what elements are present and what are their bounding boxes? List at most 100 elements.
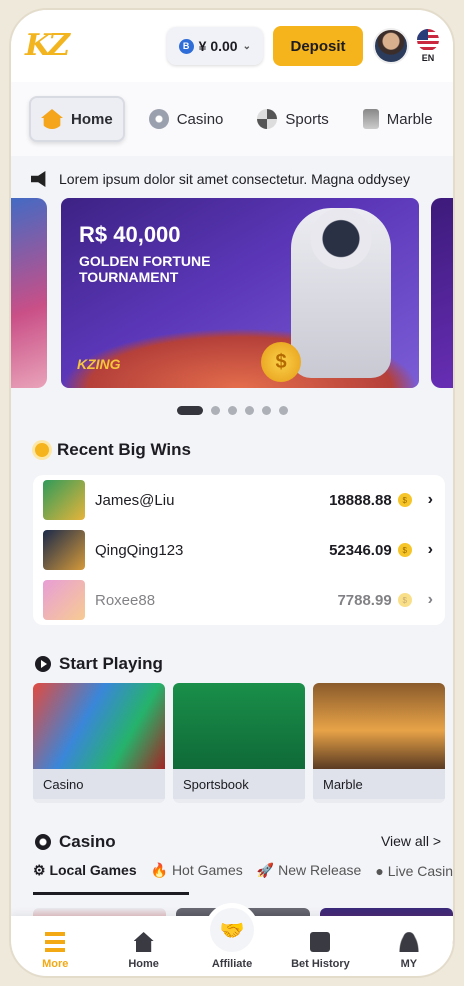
carousel-dot[interactable] bbox=[210, 406, 220, 415]
tab-label: Sports bbox=[285, 110, 329, 128]
tab-label: Hot Games bbox=[171, 862, 243, 878]
bottom-nav: More Home 🤝 Affiliate Bet History MY bbox=[11, 908, 453, 976]
receipt-icon bbox=[310, 932, 331, 952]
game-thumbnail bbox=[43, 480, 85, 520]
tab-marble[interactable]: Marble bbox=[353, 96, 443, 142]
app-frame: KZ B ¥ 0.00 ⌄ Deposit EN Home Casino Spo… bbox=[9, 8, 455, 978]
gold-coin-icon: $ bbox=[397, 493, 412, 507]
menu-icon bbox=[45, 932, 66, 952]
soccer-ball-icon bbox=[257, 109, 278, 129]
tab-sports[interactable]: Sports bbox=[247, 96, 338, 142]
next-banner[interactable] bbox=[431, 198, 453, 388]
carousel-dot[interactable] bbox=[227, 406, 237, 415]
nav-label: MY bbox=[400, 958, 418, 970]
tab-new-release[interactable]: 🚀 New Release bbox=[257, 862, 362, 879]
card-label: Marble bbox=[313, 769, 445, 799]
recent-wins-heading: Recent Big Wins bbox=[35, 440, 191, 460]
casino-game-tabs: ⚙ Local Games 🔥 Hot Games 🚀 New Release … bbox=[33, 862, 453, 879]
banner-brand: KZING bbox=[77, 356, 121, 372]
casino-heading: Casino bbox=[35, 832, 116, 852]
balance-selector[interactable]: B ¥ 0.00 ⌄ bbox=[166, 27, 263, 65]
language-code: EN bbox=[421, 53, 435, 63]
tab-local-games[interactable]: ⚙ Local Games bbox=[33, 862, 137, 879]
balance-amount: ¥ 0.00 bbox=[198, 38, 238, 54]
chevron-down-icon: ⌄ bbox=[242, 40, 251, 52]
card-sportsbook[interactable]: Sportsbook bbox=[173, 683, 305, 803]
win-amount: 52346.09 bbox=[329, 541, 392, 559]
currency-coin-icon: B bbox=[178, 38, 194, 54]
user-icon bbox=[398, 932, 419, 952]
nav-bet-history[interactable]: Bet History bbox=[276, 932, 364, 970]
winner-name: Roxee88 bbox=[95, 591, 156, 609]
tab-live-casino[interactable]: ● Live Casino bbox=[375, 862, 455, 879]
nav-home[interactable]: Home bbox=[99, 932, 187, 970]
card-marble[interactable]: Marble bbox=[313, 683, 445, 803]
tab-label: Local Games bbox=[49, 862, 137, 878]
win-row[interactable]: James@Liu 18888.88 $ › bbox=[33, 475, 445, 525]
carousel-dot[interactable] bbox=[261, 406, 271, 415]
banner-title: GOLDEN FORTUNE TOURNAMENT bbox=[79, 253, 211, 285]
section-title: Casino bbox=[59, 832, 116, 851]
category-tabs: Home Casino Sports Marble bbox=[11, 82, 453, 156]
casino-chip-icon bbox=[35, 834, 51, 850]
marble-card-image bbox=[313, 683, 445, 769]
nav-affiliate[interactable]: 🤝 Affiliate bbox=[188, 908, 276, 970]
tab-label: Home bbox=[71, 110, 113, 128]
top-bar: KZ B ¥ 0.00 ⌄ Deposit EN bbox=[11, 10, 453, 82]
casino-card-image bbox=[33, 683, 165, 769]
marble-icon bbox=[362, 109, 379, 129]
prev-banner[interactable] bbox=[11, 198, 47, 388]
brand-logo[interactable]: KZ bbox=[25, 28, 71, 64]
announcement-ticker[interactable]: Lorem ipsum dolor sit amet consectetur. … bbox=[11, 162, 453, 196]
home-icon bbox=[133, 932, 154, 952]
deposit-button[interactable]: Deposit bbox=[273, 26, 363, 66]
chevron-right-icon[interactable]: › bbox=[428, 591, 433, 609]
promo-carousel[interactable]: R$ 40,000 GOLDEN FORTUNE TOURNAMENT KZIN… bbox=[11, 198, 453, 388]
card-label: Casino bbox=[33, 769, 165, 799]
nav-my[interactable]: MY bbox=[365, 932, 453, 970]
banner-amount: R$ 40,000 bbox=[79, 222, 181, 247]
nav-label: Bet History bbox=[291, 958, 350, 970]
winner-name: QingQing123 bbox=[95, 541, 184, 559]
carousel-pager bbox=[11, 406, 453, 415]
tab-label: Marble bbox=[386, 110, 433, 128]
nav-more[interactable]: More bbox=[11, 932, 99, 970]
section-title: Recent Big Wins bbox=[57, 440, 191, 459]
card-casino[interactable]: Casino bbox=[33, 683, 165, 803]
casino-chip-icon bbox=[148, 109, 169, 129]
announcement-text: Lorem ipsum dolor sit amet consectetur. … bbox=[59, 171, 410, 187]
dollar-coin-icon: $ bbox=[261, 342, 301, 382]
play-icon bbox=[35, 656, 51, 672]
win-row[interactable]: QingQing123 52346.09 $ › bbox=[33, 525, 445, 575]
user-avatar[interactable] bbox=[373, 28, 409, 64]
tab-label: Live Casino bbox=[387, 862, 455, 879]
tab-label: Casino bbox=[176, 110, 224, 128]
recent-wins-list: James@Liu 18888.88 $ › QingQing123 52346… bbox=[33, 475, 445, 625]
language-selector[interactable]: EN bbox=[417, 29, 439, 63]
promo-banner[interactable]: R$ 40,000 GOLDEN FORTUNE TOURNAMENT KZIN… bbox=[61, 198, 419, 388]
game-thumbnail bbox=[43, 580, 85, 620]
carousel-dot[interactable] bbox=[244, 406, 254, 415]
carousel-dot[interactable] bbox=[176, 406, 203, 415]
home-icon bbox=[41, 109, 63, 129]
winner-name: James@Liu bbox=[95, 491, 175, 509]
nav-label: Affiliate bbox=[211, 958, 253, 970]
win-amount: 18888.88 bbox=[329, 491, 392, 509]
start-playing-heading: Start Playing bbox=[35, 654, 163, 674]
carousel-dot[interactable] bbox=[278, 406, 288, 415]
win-row[interactable]: Roxee88 7788.99 $ › bbox=[33, 575, 445, 625]
chevron-right-icon[interactable]: › bbox=[428, 491, 433, 509]
start-playing-cards: Casino Sportsbook Marble bbox=[33, 683, 445, 803]
tab-casino[interactable]: Casino bbox=[139, 96, 234, 142]
card-label: Sportsbook bbox=[173, 769, 305, 799]
section-title: Start Playing bbox=[59, 654, 163, 673]
tab-label: New Release bbox=[278, 862, 362, 878]
chevron-right-icon[interactable]: › bbox=[428, 541, 433, 559]
nav-label: More bbox=[42, 958, 69, 970]
tab-hot-games[interactable]: 🔥 Hot Games bbox=[151, 862, 243, 879]
game-thumbnail bbox=[43, 530, 85, 570]
tab-home[interactable]: Home bbox=[29, 96, 125, 142]
sun-icon bbox=[35, 443, 49, 457]
gold-coin-icon: $ bbox=[397, 543, 412, 557]
view-all-link[interactable]: View all > bbox=[381, 833, 441, 849]
